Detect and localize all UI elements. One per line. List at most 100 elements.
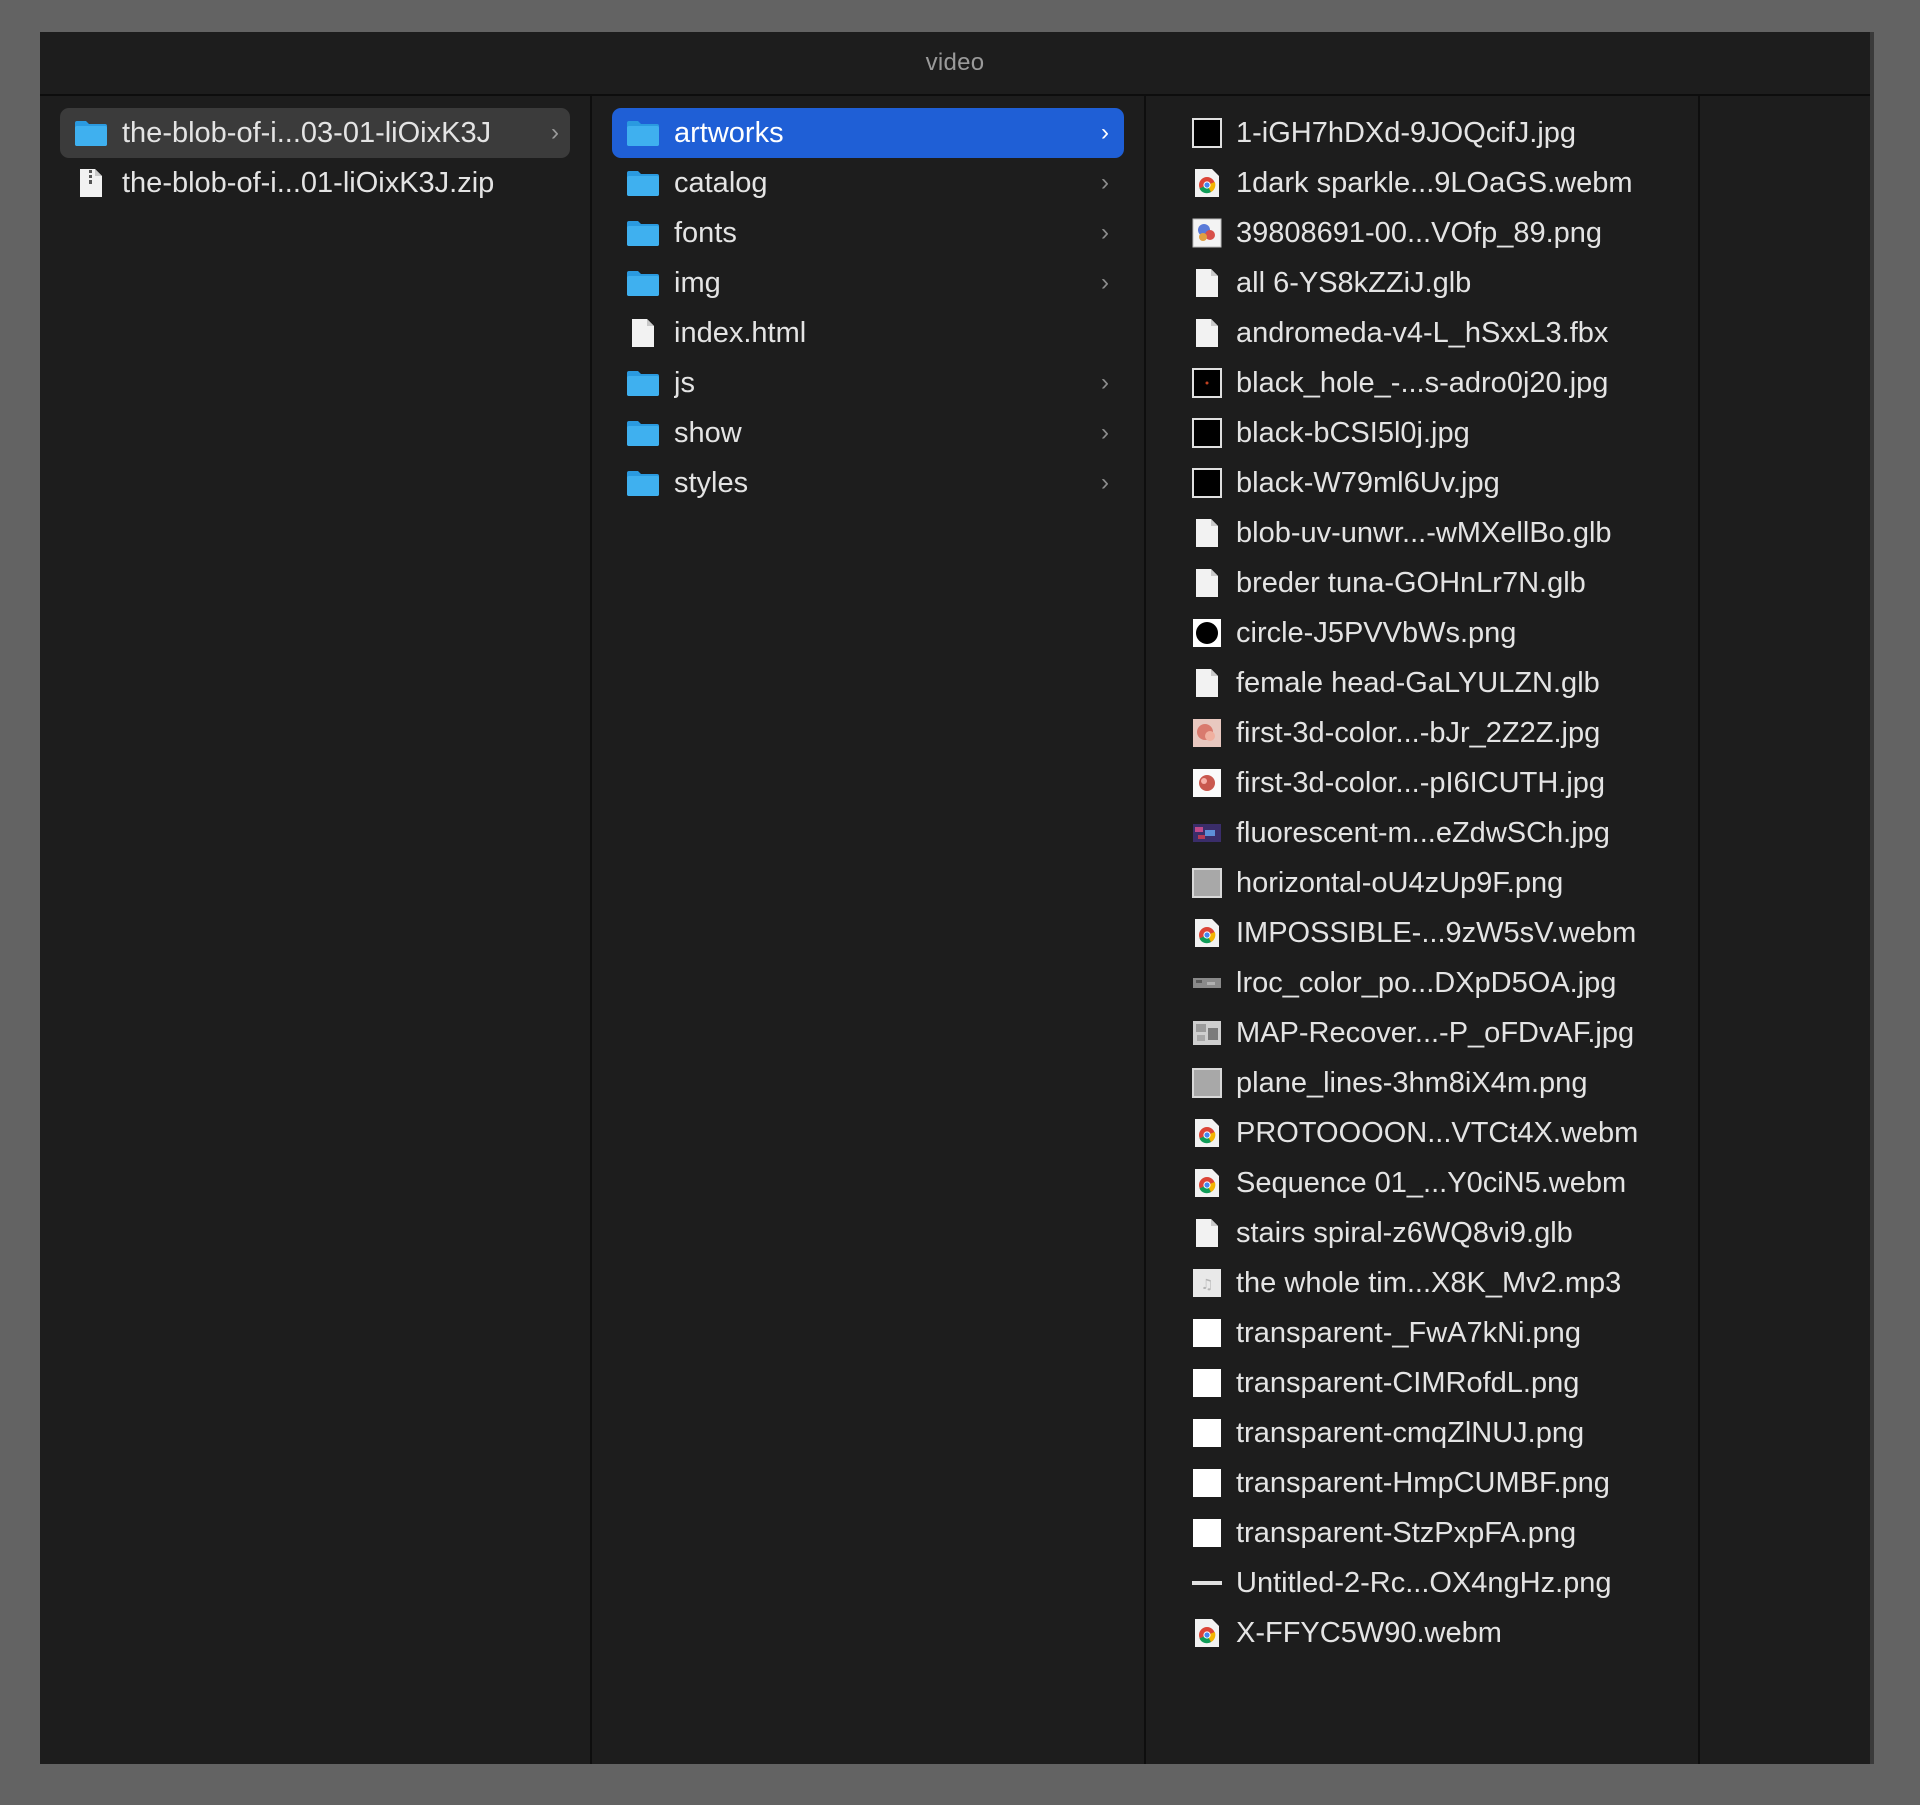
item-label: stairs spiral-z6WQ8vi9.glb [1236, 1216, 1573, 1249]
file-item[interactable]: X-FFYC5W90.webm [1186, 1608, 1678, 1658]
file-item[interactable]: first-3d-color...-bJr_2Z2Z.jpg [1186, 708, 1678, 758]
item-label: fonts [674, 216, 737, 249]
file-item[interactable]: ♫ the whole tim...X8K_Mv2.mp3 [1186, 1258, 1678, 1308]
item-label: female head-GaLYULZN.glb [1236, 666, 1600, 699]
file-item[interactable]: Sequence 01_...Y0ciN5.webm [1186, 1158, 1678, 1208]
image-thumbnail-icon [1190, 1066, 1224, 1100]
file-item[interactable]: Untitled-2-Rc...OX4ngHz.png [1186, 1558, 1678, 1608]
file-item[interactable]: transparent-HmpCUMBF.png [1186, 1458, 1678, 1508]
file-item[interactable]: 39808691-00...VOfp_89.png [1186, 208, 1678, 258]
file-item[interactable]: black_hole_-...s-adro0j20.jpg [1186, 358, 1678, 408]
chevron-right-icon: › [1101, 419, 1109, 446]
item-label: horizontal-oU4zUp9F.png [1236, 866, 1564, 899]
file-item[interactable]: index.html [612, 308, 1124, 358]
file-icon [1190, 666, 1224, 700]
item-label: PROTOOOON...VTCt4X.webm [1236, 1116, 1639, 1149]
item-label: catalog [674, 166, 768, 199]
chevron-right-icon: › [1101, 169, 1109, 196]
image-thumbnail-icon [1190, 616, 1224, 650]
file-item[interactable]: horizontal-oU4zUp9F.png [1186, 858, 1678, 908]
file-icon [1190, 266, 1224, 300]
folder-item[interactable]: artworks › [612, 108, 1124, 158]
item-label: show [674, 416, 742, 449]
file-item[interactable]: circle-J5PVVbWs.png [1186, 608, 1678, 658]
folder-icon [626, 216, 660, 250]
item-label: plane_lines-3hm8iX4m.png [1236, 1066, 1588, 1099]
chevron-right-icon: › [1101, 219, 1109, 246]
folder-item[interactable]: img › [612, 258, 1124, 308]
folder-item[interactable]: styles › [612, 458, 1124, 508]
image-thumbnail-icon [1190, 1316, 1224, 1350]
file-item[interactable]: all 6-YS8kZZiJ.glb [1186, 258, 1678, 308]
file-item[interactable]: 1dark sparkle...9LOaGS.webm [1186, 158, 1678, 208]
item-label: img [674, 266, 721, 299]
file-icon [1190, 1216, 1224, 1250]
file-item[interactable]: 1-iGH7hDXd-9JOQcifJ.jpg [1186, 108, 1678, 158]
file-item[interactable]: transparent-StzPxpFA.png [1186, 1508, 1678, 1558]
column-2[interactable]: artworks › catalog › fonts › img › index.htm… [592, 96, 1146, 1764]
item-label: breder tuna-GOHnLr7N.glb [1236, 566, 1586, 599]
image-thumbnail-icon [1190, 466, 1224, 500]
file-item[interactable]: IMPOSSIBLE-...9zW5sV.webm [1186, 908, 1678, 958]
image-thumbnail-icon [1190, 716, 1224, 750]
folder-item[interactable]: show › [612, 408, 1124, 458]
svg-text:♫: ♫ [1201, 1277, 1214, 1293]
item-label: the-blob-of-i...03-01-liOixK3J [122, 116, 492, 149]
file-item[interactable]: MAP-Recover...-P_oFDvAF.jpg [1186, 1008, 1678, 1058]
folder-item[interactable]: catalog › [612, 158, 1124, 208]
item-label: index.html [674, 316, 807, 349]
image-thumbnail-icon [1190, 866, 1224, 900]
chevron-right-icon: › [1101, 469, 1109, 496]
folder-item[interactable]: the-blob-of-i...03-01-liOixK3J › [60, 108, 570, 158]
folder-icon [626, 366, 660, 400]
file-item[interactable]: the-blob-of-i...01-liOixK3J.zip [60, 158, 570, 208]
image-thumbnail-icon [1190, 816, 1224, 850]
item-label: transparent-cmqZlNUJ.png [1236, 1416, 1585, 1449]
audio-file-icon: ♫ [1190, 1266, 1224, 1300]
file-item[interactable]: plane_lines-3hm8iX4m.png [1186, 1058, 1678, 1108]
window-title: video [40, 32, 1870, 96]
file-item[interactable]: first-3d-color...-pI6ICUTH.jpg [1186, 758, 1678, 808]
folder-item[interactable]: js › [612, 358, 1124, 408]
file-item[interactable]: black-bCSI5l0j.jpg [1186, 408, 1678, 458]
chevron-right-icon: › [1101, 369, 1109, 396]
file-item[interactable]: stairs spiral-z6WQ8vi9.glb [1186, 1208, 1678, 1258]
file-item[interactable]: lroc_color_po...DXpD5OA.jpg [1186, 958, 1678, 1008]
chevron-right-icon: › [1101, 269, 1109, 296]
chrome-webm-icon [1190, 1116, 1224, 1150]
column-1[interactable]: the-blob-of-i...03-01-liOixK3J › the-blob… [40, 96, 592, 1764]
item-label: Untitled-2-Rc...OX4ngHz.png [1236, 1566, 1612, 1599]
item-label: transparent-HmpCUMBF.png [1236, 1466, 1610, 1499]
item-label: black-bCSI5l0j.jpg [1236, 416, 1470, 449]
file-item[interactable]: female head-GaLYULZN.glb [1186, 658, 1678, 708]
column-3[interactable]: 1-iGH7hDXd-9JOQcifJ.jpg 1dark sparkle...… [1146, 96, 1700, 1764]
file-item[interactable]: breder tuna-GOHnLr7N.glb [1186, 558, 1678, 608]
file-item[interactable]: transparent-_FwA7kNi.png [1186, 1308, 1678, 1358]
item-label: first-3d-color...-pI6ICUTH.jpg [1236, 766, 1606, 799]
item-label: black_hole_-...s-adro0j20.jpg [1236, 366, 1609, 399]
file-item[interactable]: transparent-CIMRofdL.png [1186, 1358, 1678, 1408]
folder-icon [626, 416, 660, 450]
item-label: MAP-Recover...-P_oFDvAF.jpg [1236, 1016, 1635, 1049]
folder-item[interactable]: fonts › [612, 208, 1124, 258]
item-label: the-blob-of-i...01-liOixK3J.zip [122, 166, 495, 199]
image-thumbnail-icon [1190, 1516, 1224, 1550]
file-item[interactable]: fluorescent-m...eZdwSCh.jpg [1186, 808, 1678, 858]
item-label: lroc_color_po...DXpD5OA.jpg [1236, 966, 1617, 999]
item-label: black-W79ml6Uv.jpg [1236, 466, 1500, 499]
folder-icon [626, 166, 660, 200]
item-label: 39808691-00...VOfp_89.png [1236, 216, 1603, 249]
item-label: transparent-StzPxpFA.png [1236, 1516, 1577, 1549]
file-item[interactable]: black-W79ml6Uv.jpg [1186, 458, 1678, 508]
chrome-webm-icon [1190, 1616, 1224, 1650]
file-item[interactable]: andromeda-v4-L_hSxxL3.fbx [1186, 308, 1678, 358]
item-label: all 6-YS8kZZiJ.glb [1236, 266, 1472, 299]
file-item[interactable]: PROTOOOON...VTCt4X.webm [1186, 1108, 1678, 1158]
file-item[interactable]: transparent-cmqZlNUJ.png [1186, 1408, 1678, 1458]
image-thumbnail-icon [1190, 1366, 1224, 1400]
image-thumbnail-icon [1190, 1016, 1224, 1050]
item-label: js [674, 366, 695, 399]
item-label: IMPOSSIBLE-...9zW5sV.webm [1236, 916, 1637, 949]
item-label: fluorescent-m...eZdwSCh.jpg [1236, 816, 1610, 849]
file-item[interactable]: blob-uv-unwr...-wMXellBo.glb [1186, 508, 1678, 558]
